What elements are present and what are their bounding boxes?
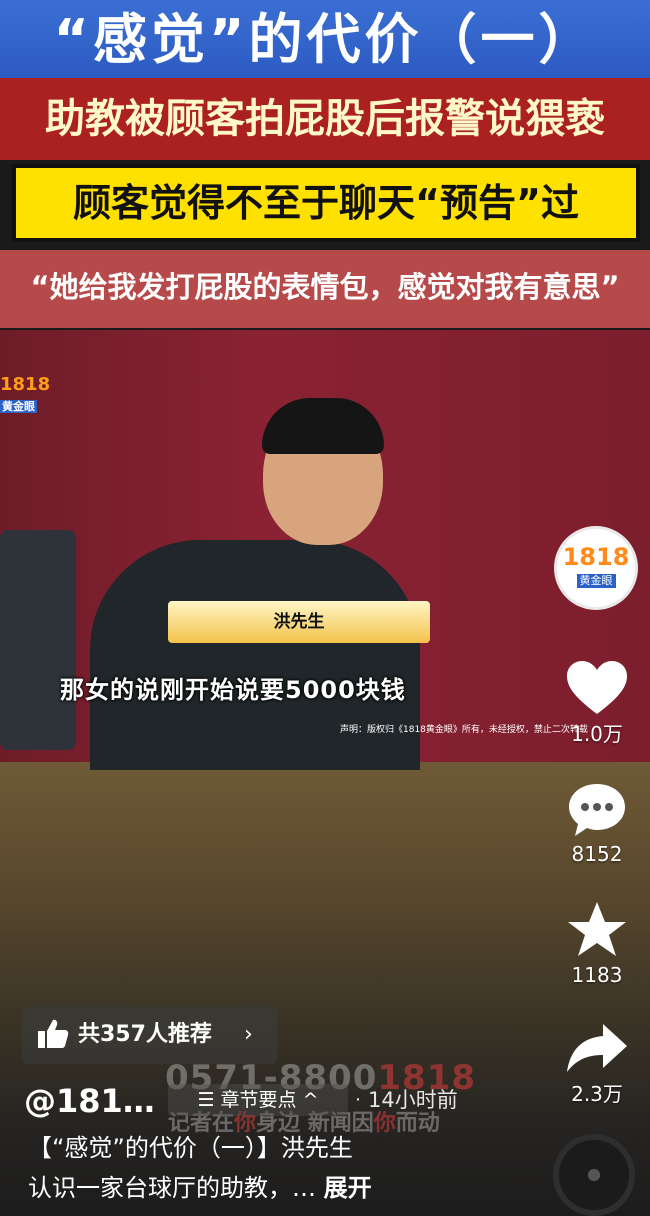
- comment-icon[interactable]: [563, 780, 631, 840]
- chair-shape: [0, 530, 76, 750]
- thumbs-up-icon: [38, 1019, 69, 1048]
- subheadline-banner: 顾客觉得不至于聊天“预告”过: [12, 164, 640, 242]
- share-count: 2.3万: [571, 1082, 623, 1106]
- chapter-highlights-button[interactable]: ☰ 章节要点 ^: [168, 1084, 348, 1116]
- quote-banner: “她给我发打屁股的表情包，感觉对我有意思”: [30, 270, 620, 304]
- description-line-1: 【“感觉”的代价（一）】洪先生: [28, 1134, 353, 1162]
- comment-count: 8152: [571, 842, 623, 866]
- expand-button[interactable]: 展开: [324, 1174, 372, 1202]
- separator-dot: ·: [355, 1089, 362, 1111]
- share-icon[interactable]: [563, 1018, 631, 1078]
- like-count: 1.0万: [571, 722, 623, 746]
- recommend-label: 共357人推荐: [78, 1022, 212, 1047]
- description-text: 认识一家台球厅的助教，…: [28, 1174, 316, 1202]
- channel-logo: 1818 黄金眼: [0, 375, 60, 419]
- star-icon[interactable]: [563, 900, 631, 960]
- author-name[interactable]: @181…: [24, 1078, 155, 1124]
- headline-banner: 助教被顾客拍屁股后报警说猥亵: [0, 78, 650, 160]
- author-avatar[interactable]: 1818 黄金眼: [554, 526, 638, 610]
- name-plate: 洪先生: [168, 601, 430, 643]
- channel-logo-number: 1818: [0, 374, 51, 395]
- description-line-2: 认识一家台球厅的助教，… 展开: [28, 1168, 548, 1208]
- video-subtitle: 那女的说刚开始说要5000块钱: [60, 676, 406, 704]
- post-time: 14小时前: [368, 1088, 458, 1112]
- chevron-right-icon: ›: [244, 1022, 253, 1047]
- avatar-text: 黄金眼: [576, 574, 616, 588]
- avatar-number: 1818: [562, 543, 630, 571]
- channel-logo-text: 黄金眼: [0, 400, 37, 413]
- favorite-count: 1183: [571, 963, 623, 987]
- heart-icon[interactable]: [563, 658, 631, 718]
- music-disc-icon[interactable]: [553, 1134, 635, 1216]
- video-title-banner: “感觉”的代价（一）: [0, 0, 650, 78]
